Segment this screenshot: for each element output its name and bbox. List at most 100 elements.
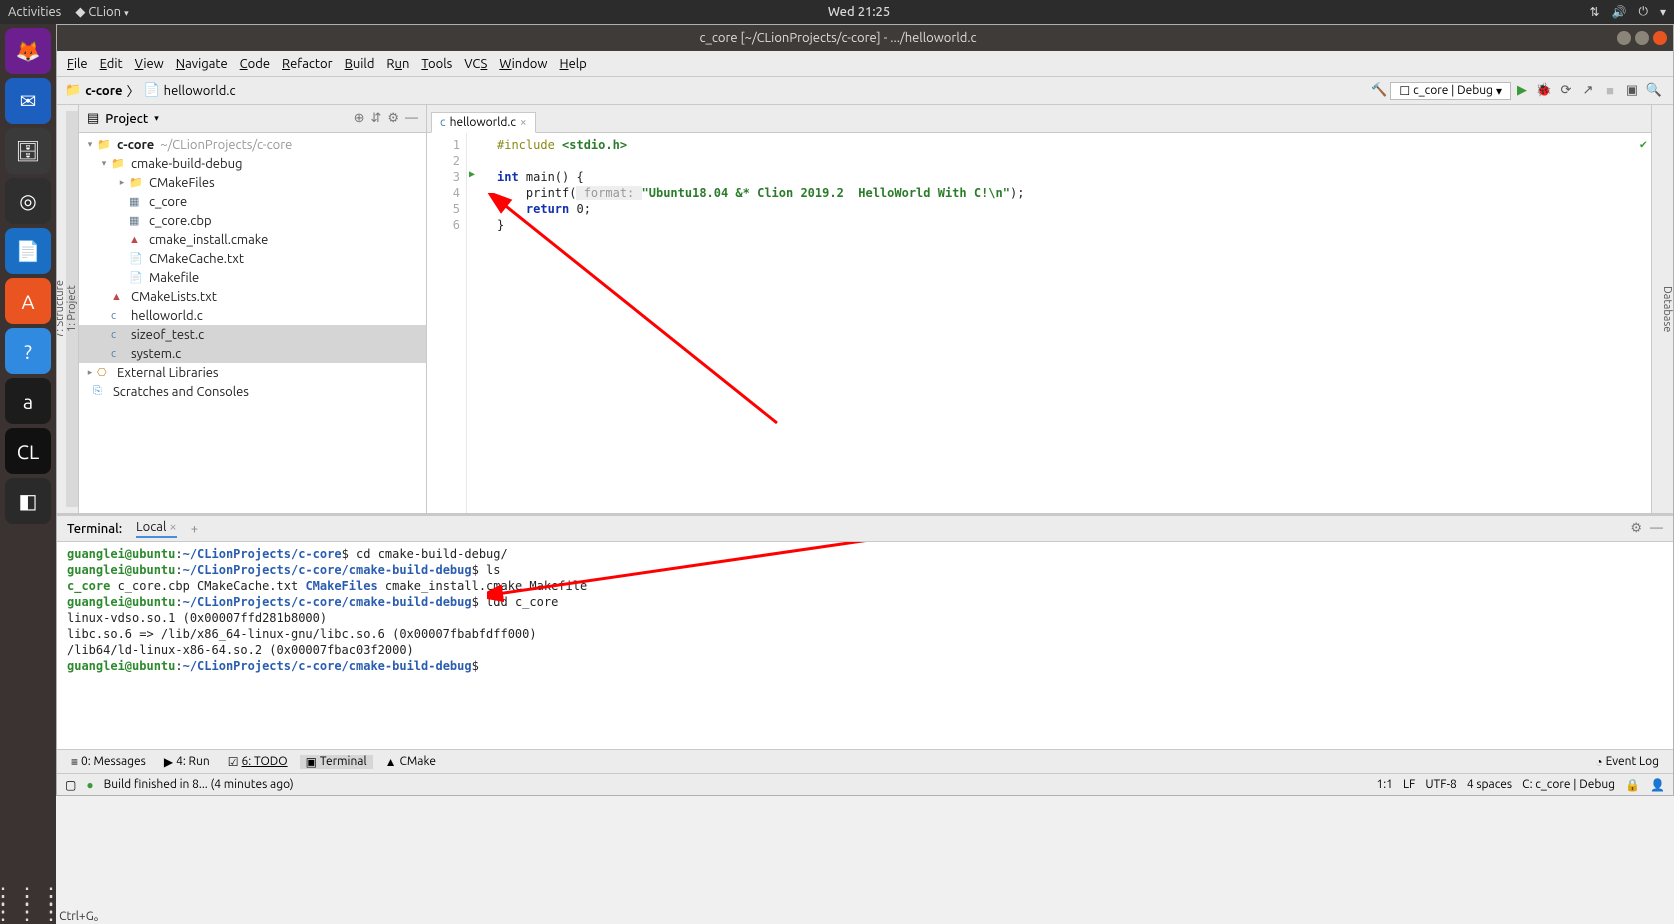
tree-cmake-install[interactable]: ▲cmake_install.cmake [79, 230, 426, 249]
code-editor[interactable]: 123456 ▶ #include <stdio.h> int main() {… [427, 133, 1651, 513]
tool-terminal[interactable]: ▣ Terminal [300, 755, 373, 769]
launcher-help[interactable]: ? [5, 328, 51, 374]
launcher-clion[interactable]: CL [5, 428, 51, 474]
status-encoding[interactable]: UTF-8 [1425, 778, 1456, 791]
terminal-add-tab[interactable]: + [191, 522, 198, 536]
attach-button[interactable]: ↗ [1579, 82, 1597, 100]
menu-vcs[interactable]: VCS [460, 55, 491, 73]
profile-button[interactable]: ⟳ [1557, 82, 1575, 100]
stop-button[interactable]: ■ [1601, 82, 1619, 100]
status-caret[interactable]: 1:1 [1376, 778, 1393, 791]
menu-edit[interactable]: Edit [96, 55, 127, 73]
run-button[interactable]: ▶ [1513, 82, 1531, 100]
run-config-selector[interactable]: ☐ c_core | Debug ▾ [1390, 82, 1511, 100]
system-menu-chevron[interactable]: ▾ [1660, 5, 1666, 19]
tab-helloworld[interactable]: c helloworld.c × [431, 112, 536, 133]
launcher-writer[interactable]: 📄 [5, 228, 51, 274]
status-context[interactable]: C: c_core | Debug [1522, 778, 1615, 791]
search-everywhere-icon[interactable]: 🔍 [1645, 82, 1663, 100]
tree-sizeof[interactable]: csizeof_test.c [79, 325, 426, 344]
debug-button[interactable]: 🐞 [1535, 82, 1553, 100]
tree-root[interactable]: ▾📁c-core ~/CLionProjects/c-core [79, 135, 426, 154]
tree-makefile[interactable]: 📄Makefile [79, 268, 426, 287]
terminal-panel: Terminal: Local × + ⚙ — guanglei@ubuntu:… [57, 513, 1673, 749]
menu-view[interactable]: View [131, 55, 168, 73]
tool-database[interactable]: Database [1661, 280, 1673, 338]
chevron-down-icon[interactable]: ▾ [154, 113, 159, 124]
menu-file[interactable]: File [63, 55, 92, 73]
tool-window-bar: ≡ 0: Messages ▶ 4: Run ☑ 6: TODO ▣ Termi… [57, 749, 1673, 773]
tree-cmake-build[interactable]: ▾📁cmake-build-debug [79, 154, 426, 173]
hide-panel-icon[interactable]: — [405, 111, 418, 126]
tool-todo[interactable]: ☑ 6: TODO [222, 755, 294, 769]
status-lock-icon[interactable]: 🔒 [1625, 778, 1640, 792]
run-gutter-icon[interactable]: ▶ [469, 169, 475, 180]
activities-button[interactable]: Activities [8, 5, 61, 19]
project-tree[interactable]: ▾📁c-core ~/CLionProjects/c-core ▾📁cmake-… [79, 133, 426, 403]
menu-navigate[interactable]: Navigate [172, 55, 232, 73]
power-icon[interactable]: ⏻ [1638, 5, 1648, 19]
launcher-apps-grid[interactable]: ⋮⋮⋮⋮⋮⋮⋮⋮⋮ [0, 892, 64, 916]
close-button[interactable] [1653, 31, 1667, 45]
tool-messages[interactable]: ≡ 0: Messages [65, 755, 152, 769]
expand-icon[interactable]: ⇵ [370, 111, 381, 126]
minimize-button[interactable] [1617, 31, 1631, 45]
terminal-settings-icon[interactable]: ⚙ [1630, 521, 1642, 536]
menu-run[interactable]: Run [382, 55, 413, 73]
editor-tabs: c helloworld.c × [427, 105, 1651, 133]
launcher-thunderbird[interactable]: ✉ [5, 78, 51, 124]
tree-c-core-exe[interactable]: ▦c_core [79, 192, 426, 211]
status-indent[interactable]: 4 spaces [1467, 778, 1512, 791]
build-hammer-icon[interactable]: 🔨 [1370, 82, 1388, 100]
volume-icon[interactable]: 🔊 [1612, 5, 1627, 19]
tree-helloworld[interactable]: chelloworld.c [79, 306, 426, 325]
breadcrumb-project[interactable]: c-core [85, 84, 122, 98]
launcher-files[interactable]: 🗄 [5, 128, 51, 174]
tree-external[interactable]: ▸⎔External Libraries [79, 363, 426, 382]
tool-cmake[interactable]: ▲ CMake [379, 755, 442, 769]
status-line-ending[interactable]: LF [1403, 778, 1415, 791]
close-tab-icon[interactable]: × [520, 116, 527, 129]
tree-scratches[interactable]: ⎘Scratches and Consoles [79, 382, 426, 401]
status-hector-icon[interactable]: 👤 [1650, 778, 1665, 792]
app-menu[interactable]: ◆ CLion [75, 5, 128, 20]
status-tw-icon[interactable]: ▢ [65, 778, 76, 792]
menu-window[interactable]: Window [495, 55, 551, 73]
tree-cmakelists[interactable]: ▲CMakeLists.txt [79, 287, 426, 306]
menu-help[interactable]: Help [556, 55, 591, 73]
project-heading[interactable]: Project [105, 112, 148, 126]
launcher-firefox[interactable]: 🦊 [5, 28, 51, 74]
menu-code[interactable]: Code [236, 55, 274, 73]
launcher-software[interactable]: A [5, 278, 51, 324]
menu-bar: File Edit View Navigate Code Refactor Bu… [57, 51, 1673, 77]
maximize-button[interactable] [1635, 31, 1649, 45]
terminal-tab-local[interactable]: Local × [136, 520, 177, 538]
chevron-down-icon: ▾ [1496, 84, 1502, 98]
topbar-clock[interactable]: Wed 21:25 [129, 5, 1590, 19]
menu-build[interactable]: Build [341, 55, 379, 73]
tree-cmakecache[interactable]: 📄CMakeCache.txt [79, 249, 426, 268]
tool-structure[interactable]: 7: Structure [57, 111, 66, 507]
inspection-ok-icon[interactable]: ✔ [1640, 137, 1647, 151]
locate-icon[interactable]: ⊕ [354, 111, 365, 126]
breadcrumb-file[interactable]: helloworld.c [164, 84, 236, 98]
launcher-amazon[interactable]: a [5, 378, 51, 424]
folder-icon: 📁 [65, 83, 81, 98]
terminal-hide-icon[interactable]: — [1650, 521, 1663, 536]
tree-c-core-cbp[interactable]: ▦c_core.cbp [79, 211, 426, 230]
tool-project[interactable]: 1: Project [66, 111, 78, 507]
status-build-text[interactable]: Build finished in 8... (4 minutes ago) [104, 778, 294, 791]
tool-run[interactable]: ▶ 4: Run [158, 755, 216, 769]
gear-icon[interactable]: ⚙ [387, 111, 399, 126]
menu-tools[interactable]: Tools [417, 55, 456, 73]
terminal-output[interactable]: guanglei@ubuntu:~/CLionProjects/c-core$ … [57, 542, 1673, 749]
tree-system[interactable]: csystem.c [79, 344, 426, 363]
menu-refactor[interactable]: Refactor [278, 55, 337, 73]
launcher-external[interactable]: ◧ [5, 478, 51, 524]
window-titlebar[interactable]: c_core [~/CLionProjects/c-core] - .../he… [57, 25, 1673, 51]
layout-button[interactable]: ▣ [1623, 82, 1641, 100]
event-log[interactable]: ◔ Event Log [1589, 755, 1665, 769]
tree-cmakefiles[interactable]: ▸📁CMakeFiles [79, 173, 426, 192]
launcher-rhythmbox[interactable]: ◎ [5, 178, 51, 224]
network-icon[interactable]: ⇅ [1589, 5, 1599, 19]
